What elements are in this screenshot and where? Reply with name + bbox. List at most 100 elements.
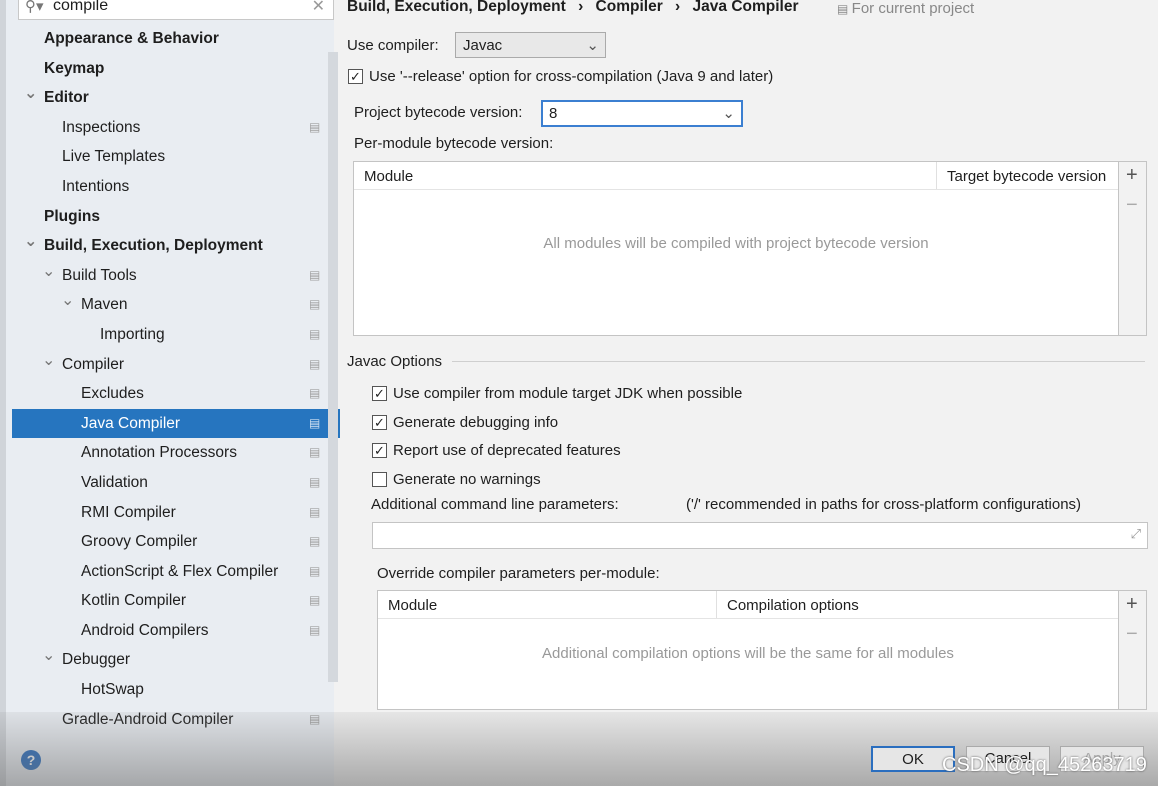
tree-item-label: Excludes xyxy=(81,385,144,403)
tree-item[interactable]: ⌄ Compiler ▤ xyxy=(12,350,328,380)
watermark: CSDN @qq_45263719 xyxy=(942,754,1147,776)
add-icon[interactable]: + xyxy=(1126,164,1138,187)
settings-sidebar: ⚲▾ compile ✕ Appearance & Behavior Keymap… xyxy=(0,0,340,786)
column-header-target[interactable]: Target bytecode version xyxy=(947,168,1106,185)
breadcrumb-item[interactable]: Compiler xyxy=(596,0,663,15)
chevron-down-icon[interactable]: ⌄ xyxy=(42,257,55,287)
project-icon: ▤ xyxy=(309,504,321,519)
project-icon: ▤ xyxy=(309,386,321,401)
search-input[interactable]: compile xyxy=(53,0,108,15)
tree-item[interactable]: Inspections ▤ xyxy=(12,113,328,143)
release-option-label: Use '--release' option for cross-compila… xyxy=(369,68,774,85)
release-option-checkbox[interactable]: ✓ xyxy=(348,69,363,84)
empty-table-text: Additional compilation options will be t… xyxy=(542,645,954,662)
tree-item[interactable]: Live Templates xyxy=(12,142,328,172)
tree-item-label: RMI Compiler xyxy=(81,503,176,521)
per-module-label: Per-module bytecode version: xyxy=(354,135,554,152)
additional-params-hint: ('/' recommended in paths for cross-plat… xyxy=(686,496,1082,513)
tree-item-label: Java Compiler xyxy=(81,414,181,432)
javac-option-label: Use compiler from module target JDK when… xyxy=(393,385,743,402)
javac-option-checkbox[interactable]: ✓ xyxy=(372,386,387,401)
tree-item[interactable]: Android Compilers ▤ xyxy=(12,616,328,646)
tree-item-label: Intentions xyxy=(62,177,130,195)
tree-item[interactable]: ⌄ Maven ▤ xyxy=(12,290,328,320)
tree-item-label: ActionScript & Flex Compiler xyxy=(81,562,279,580)
project-bytecode-label: Project bytecode version: xyxy=(354,104,523,121)
settings-tree: Appearance & Behavior Keymap ⌄ Editor Inspec… xyxy=(12,24,340,735)
chevron-down-icon[interactable]: ⌄ xyxy=(24,79,37,109)
tree-item[interactable]: Validation ▤ xyxy=(12,468,328,498)
column-header-module[interactable]: Module xyxy=(388,597,437,614)
chevron-down-icon[interactable]: ⌄ xyxy=(24,227,37,257)
project-icon: ▤ xyxy=(309,326,321,341)
project-icon: ▤ xyxy=(309,622,321,637)
compiler-select[interactable]: Javac ⌄ xyxy=(455,32,606,58)
project-icon: ▤ xyxy=(309,474,321,489)
tree-item[interactable]: ⌄ Debugger xyxy=(12,645,328,675)
javac-option-label: Generate debugging info xyxy=(393,413,559,431)
tree-item[interactable]: Groovy Compiler ▤ xyxy=(12,527,328,557)
tree-item[interactable]: Gradle-Android Compiler ▤ xyxy=(12,705,328,735)
javac-option-checkbox[interactable] xyxy=(372,471,387,487)
tree-item-label: Importing xyxy=(100,325,165,343)
javac-option-checkbox[interactable]: ✓ xyxy=(372,414,387,430)
tree-item-label: Inspections xyxy=(62,118,141,136)
breadcrumb-item[interactable]: Build, Execution, Deployment xyxy=(347,0,566,15)
add-icon[interactable]: + xyxy=(1126,593,1138,616)
project-icon: ▤ xyxy=(309,415,321,430)
tree-item[interactable]: Appearance & Behavior xyxy=(12,24,328,54)
expand-icon[interactable]: ⤢ xyxy=(1131,526,1141,542)
project-bytecode-value[interactable]: 8 xyxy=(549,105,557,122)
javac-option-checkbox[interactable]: ✓ xyxy=(372,443,387,458)
column-header-module[interactable]: Module xyxy=(364,168,413,185)
tree-item-label: Android Compilers xyxy=(81,621,209,639)
project-bytecode-select[interactable]: 8 ⌄ xyxy=(541,100,743,127)
tree-item[interactable]: ActionScript & Flex Compiler ▤ xyxy=(12,557,328,587)
compiler-select-value: Javac xyxy=(463,37,503,54)
divider xyxy=(452,361,1145,362)
tree-item[interactable]: ⌄ Build, Execution, Deployment xyxy=(12,231,328,261)
tree-item-label: Editor xyxy=(44,89,89,107)
project-icon: ▤ xyxy=(837,2,852,16)
tree-item[interactable]: Intentions xyxy=(12,172,328,202)
remove-icon[interactable]: − xyxy=(1126,194,1138,217)
additional-params-label: Additional command line parameters: xyxy=(371,496,619,513)
tree-item[interactable]: Importing ▤ xyxy=(12,320,328,350)
empty-table-text: All modules will be compiled with projec… xyxy=(543,235,929,252)
tree-item-label: Appearance & Behavior xyxy=(44,30,219,47)
tree-item[interactable]: HotSwap xyxy=(12,675,328,705)
sidebar-scrollbar[interactable] xyxy=(328,52,338,682)
tree-item[interactable]: RMI Compiler ▤ xyxy=(12,498,328,528)
tree-item[interactable]: Annotation Processors ▤ xyxy=(12,438,328,468)
tree-item[interactable]: Excludes ▤ xyxy=(12,379,328,409)
project-icon: ▤ xyxy=(309,445,321,460)
column-header-options[interactable]: Compilation options xyxy=(727,597,859,614)
tree-item[interactable]: ⌄ Editor xyxy=(12,83,328,113)
help-button[interactable]: ? xyxy=(21,750,41,770)
for-current-project-label: For current project xyxy=(851,0,975,17)
remove-icon[interactable]: − xyxy=(1126,623,1138,646)
tree-item-label: Keymap xyxy=(44,59,105,77)
tree-item[interactable]: Plugins xyxy=(12,202,328,232)
javac-option-label: Generate no warnings xyxy=(393,470,541,488)
project-icon: ▤ xyxy=(309,534,321,549)
tree-item[interactable]: ⌄ Build Tools ▤ xyxy=(12,261,328,291)
chevron-down-icon: ⌄ xyxy=(586,37,599,54)
tree-item-label: Kotlin Compiler xyxy=(81,592,187,610)
breadcrumb-separator: › xyxy=(675,0,681,15)
tree-item[interactable]: Java Compiler ▤ xyxy=(12,408,340,439)
override-label: Override compiler parameters per-module: xyxy=(377,565,660,582)
tree-item-label: Validation xyxy=(81,473,148,491)
chevron-down-icon[interactable]: ⌄ xyxy=(61,286,74,316)
tree-item[interactable]: Keymap xyxy=(12,54,328,84)
search-field[interactable]: ⚲▾ compile ✕ xyxy=(18,0,334,20)
breadcrumb: Build, Execution, Deployment › Compiler … xyxy=(347,0,799,16)
close-icon[interactable]: ✕ xyxy=(312,0,325,16)
chevron-down-icon[interactable]: ⌄ xyxy=(42,641,55,671)
tree-item-label: Build, Execution, Deployment xyxy=(44,237,263,255)
chevron-down-icon[interactable]: ⌄ xyxy=(42,346,55,376)
tree-item-label: Debugger xyxy=(62,651,131,669)
tree-item[interactable]: Kotlin Compiler ▤ xyxy=(12,586,328,616)
additional-params-input[interactable]: ⤢ xyxy=(372,522,1148,549)
tree-item-label: Groovy Compiler xyxy=(81,533,198,551)
